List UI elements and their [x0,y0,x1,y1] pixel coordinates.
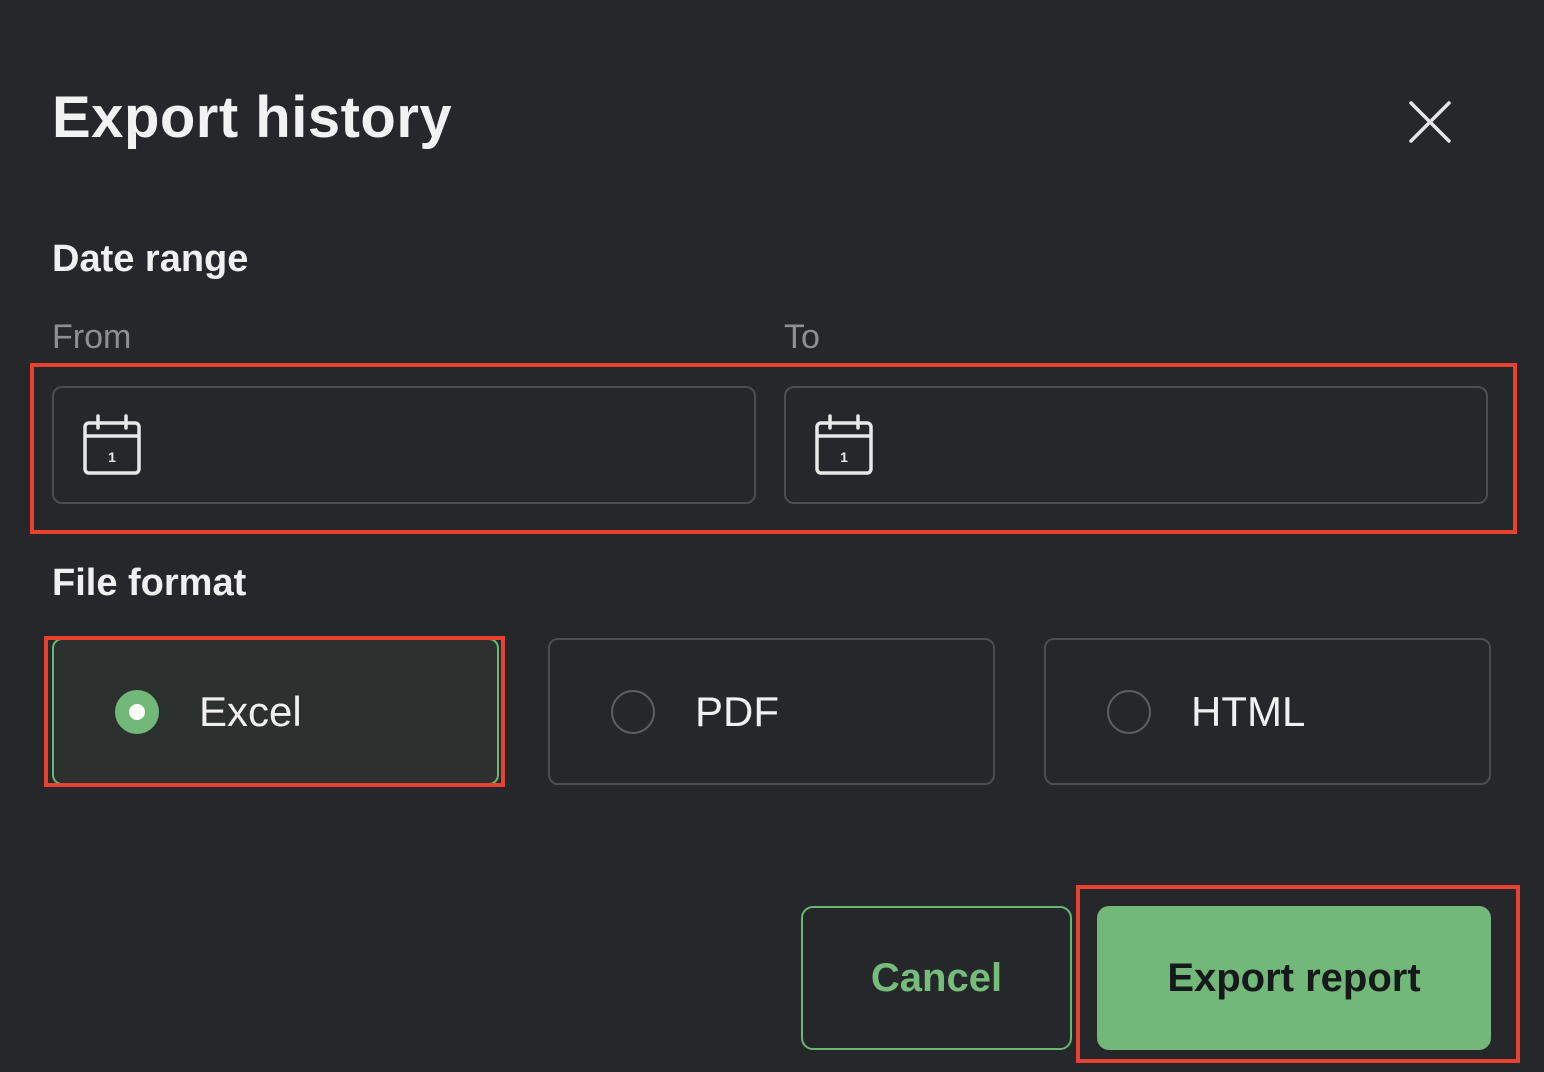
radio-unchecked-icon [1107,689,1151,734]
format-option-html[interactable]: HTML [1044,638,1491,785]
file-format-label: File format [52,562,247,604]
date-range-label: Date range [52,238,249,280]
calendar-icon: 1 [83,414,141,475]
radio-unchecked-icon [611,689,655,734]
cancel-button[interactable]: Cancel [801,906,1072,1050]
close-button[interactable] [1400,92,1460,152]
from-date-field[interactable]: 1 [52,386,756,504]
export-history-dialog: Export history Date range From To 1 1 Fi… [0,0,1544,1072]
to-date-input[interactable] [896,414,1486,476]
format-option-label: HTML [1191,687,1306,735]
calendar-day: 1 [840,449,848,465]
dialog-title: Export history [52,85,453,150]
close-icon [1409,101,1451,143]
export-report-button[interactable]: Export report [1097,906,1491,1050]
radio-checked-icon [115,689,159,734]
from-date-input[interactable] [164,414,754,476]
format-option-label: Excel [199,687,302,735]
to-label: To [784,318,820,356]
format-option-excel[interactable]: Excel [52,638,499,785]
from-label: From [52,318,132,356]
to-date-field[interactable]: 1 [784,386,1488,504]
format-option-pdf[interactable]: PDF [548,638,995,785]
format-option-label: PDF [695,687,779,735]
calendar-icon: 1 [815,414,873,475]
calendar-day: 1 [108,449,116,465]
